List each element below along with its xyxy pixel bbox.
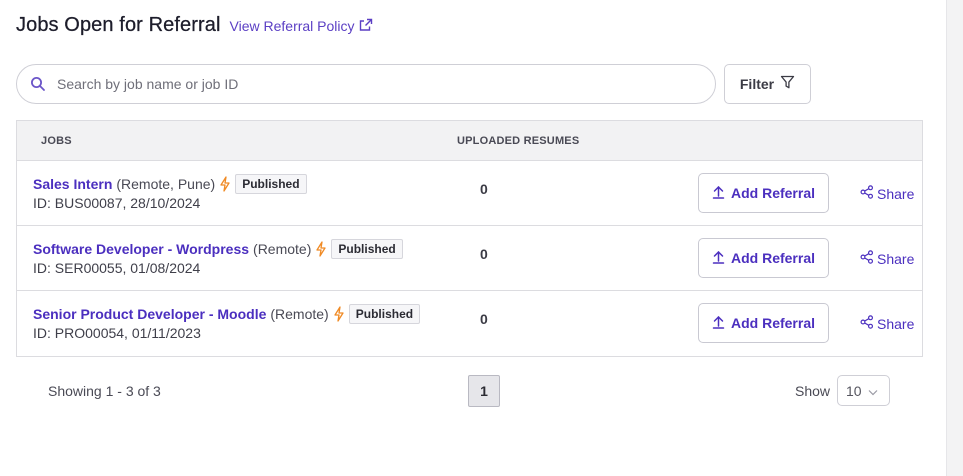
job-id: ID: PRO00054, 01/11/2023 — [33, 325, 201, 341]
uploaded-resumes-count: 0 — [480, 311, 488, 327]
share-nodes-icon — [860, 315, 874, 332]
add-referral-label: Add Referral — [730, 185, 816, 201]
jobs-table: JOBS UPLOADED RESUMES Sales Intern (Remo… — [16, 120, 923, 357]
lightning-bolt-icon — [333, 306, 345, 322]
table-row: Sales Intern (Remote, Pune) Published ID… — [17, 161, 922, 226]
filter-label: Filter — [739, 76, 775, 92]
table-row: Software Developer - Wordpress (Remote) … — [17, 226, 922, 291]
job-title-link[interactable]: Senior Product Developer - Moodle — [33, 306, 266, 322]
add-referral-button[interactable]: Add Referral — [698, 173, 829, 213]
search-input[interactable] — [57, 76, 657, 92]
add-referral-button[interactable]: Add Referral — [698, 303, 829, 343]
status-badge: Published — [331, 239, 403, 259]
job-title-line: Sales Intern (Remote, Pune) Published — [33, 174, 307, 194]
view-referral-policy-link[interactable]: View Referral Policy — [230, 18, 373, 35]
share-link[interactable]: Share — [860, 250, 914, 267]
page-button-current[interactable]: 1 — [468, 375, 500, 407]
add-referral-label: Add Referral — [730, 250, 816, 266]
upload-arrow-icon — [712, 250, 725, 267]
share-nodes-icon — [860, 185, 874, 202]
column-header-jobs: JOBS — [41, 135, 72, 147]
page-size-select[interactable]: 10 — [837, 375, 890, 406]
job-title-line: Software Developer - Wordpress (Remote) … — [33, 239, 403, 259]
share-link[interactable]: Share — [860, 315, 914, 332]
lightning-bolt-icon — [315, 241, 327, 257]
scrollbar-track[interactable] — [946, 0, 963, 476]
share-label: Share — [877, 250, 915, 267]
job-location: (Remote, Pune) — [116, 176, 216, 192]
upload-arrow-icon — [712, 315, 725, 332]
chevron-down-icon — [868, 383, 878, 399]
page-title: Jobs Open for Referral — [16, 14, 221, 36]
job-id: ID: SER00055, 01/08/2024 — [33, 260, 201, 276]
job-title-line: Senior Product Developer - Moodle (Remot… — [33, 304, 421, 324]
page-header: Jobs Open for Referral View Referral Pol… — [16, 14, 373, 37]
share-link[interactable]: Share — [860, 185, 914, 202]
upload-arrow-icon — [712, 185, 725, 202]
search-icon — [29, 75, 47, 93]
external-link-icon — [359, 18, 373, 35]
search-bar — [16, 64, 716, 104]
column-header-uploaded-resumes: UPLOADED RESUMES — [457, 135, 580, 147]
table-row: Senior Product Developer - Moodle (Remot… — [17, 291, 922, 356]
job-location: (Remote) — [253, 241, 312, 257]
share-label: Share — [877, 315, 915, 332]
status-badge: Published — [235, 174, 307, 194]
lightning-bolt-icon — [219, 176, 231, 192]
job-id: ID: BUS00087, 28/10/2024 — [33, 195, 201, 211]
policy-link-label: View Referral Policy — [229, 18, 355, 34]
uploaded-resumes-count: 0 — [480, 246, 488, 262]
add-referral-label: Add Referral — [730, 315, 816, 331]
share-nodes-icon — [860, 250, 874, 267]
job-title-link[interactable]: Software Developer - Wordpress — [33, 241, 249, 257]
table-header: JOBS UPLOADED RESUMES — [17, 121, 922, 161]
pagination-summary: Showing 1 - 3 of 3 — [48, 383, 161, 399]
add-referral-button[interactable]: Add Referral — [698, 238, 829, 278]
job-title-link[interactable]: Sales Intern — [33, 176, 112, 192]
share-label: Share — [877, 185, 915, 202]
page-size-label: Show — [795, 383, 831, 399]
page-size-value: 10 — [846, 382, 862, 399]
job-location: (Remote) — [270, 306, 329, 322]
status-badge: Published — [348, 304, 421, 324]
filter-button[interactable]: Filter — [724, 64, 811, 104]
uploaded-resumes-count: 0 — [480, 181, 488, 197]
funnel-icon — [780, 75, 795, 93]
